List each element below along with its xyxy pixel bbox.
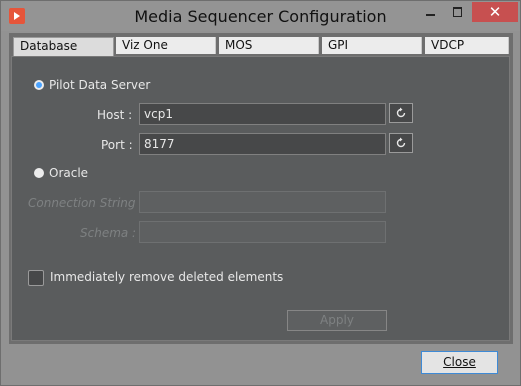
tab-database[interactable]: Database	[13, 37, 114, 56]
database-panel: Pilot Data Server Host : vcp1 Port : 817…	[11, 56, 510, 341]
minimize-button[interactable]	[418, 2, 444, 22]
connection-string-input[interactable]	[139, 191, 386, 213]
app-window: Media Sequencer Configuration ✕ Database…	[0, 0, 521, 386]
port-label: Port :	[101, 138, 133, 152]
host-input[interactable]: vcp1	[139, 103, 386, 125]
title-bar[interactable]: Media Sequencer Configuration ✕	[1, 1, 520, 31]
pilot-data-server-label: Pilot Data Server	[49, 78, 151, 92]
refresh-icon	[396, 137, 406, 148]
port-refresh-button[interactable]	[389, 133, 413, 153]
close-button-label: Close	[443, 355, 476, 369]
remove-deleted-checkbox[interactable]	[28, 270, 44, 286]
oracle-radio[interactable]	[34, 168, 44, 178]
maximize-button[interactable]	[445, 2, 471, 22]
refresh-icon	[396, 107, 406, 118]
host-label: Host :	[97, 108, 133, 122]
dialog-body: Database Viz One MOS GPI VDCP Pilot Data…	[9, 33, 513, 344]
pilot-data-server-radio[interactable]	[34, 80, 44, 90]
window-close-button[interactable]: ✕	[472, 2, 518, 22]
tab-bar: Database Viz One MOS GPI VDCP	[13, 37, 509, 56]
port-input[interactable]: 8177	[139, 133, 386, 155]
close-icon: ✕	[488, 3, 502, 21]
apply-button[interactable]: Apply	[287, 310, 387, 331]
oracle-label: Oracle	[49, 166, 89, 180]
connection-string-label: Connection String :	[28, 196, 144, 210]
tab-viz-one[interactable]: Viz One	[116, 37, 216, 54]
tab-mos[interactable]: MOS	[219, 37, 319, 54]
tab-gpi[interactable]: GPI	[322, 37, 422, 54]
close-button[interactable]: Close	[421, 351, 498, 374]
schema-label: Schema :	[80, 226, 137, 240]
tab-vdcp[interactable]: VDCP	[425, 37, 509, 54]
remove-deleted-label: Immediately remove deleted elements	[50, 270, 284, 284]
schema-input[interactable]	[139, 221, 386, 243]
host-refresh-button[interactable]	[389, 103, 413, 123]
